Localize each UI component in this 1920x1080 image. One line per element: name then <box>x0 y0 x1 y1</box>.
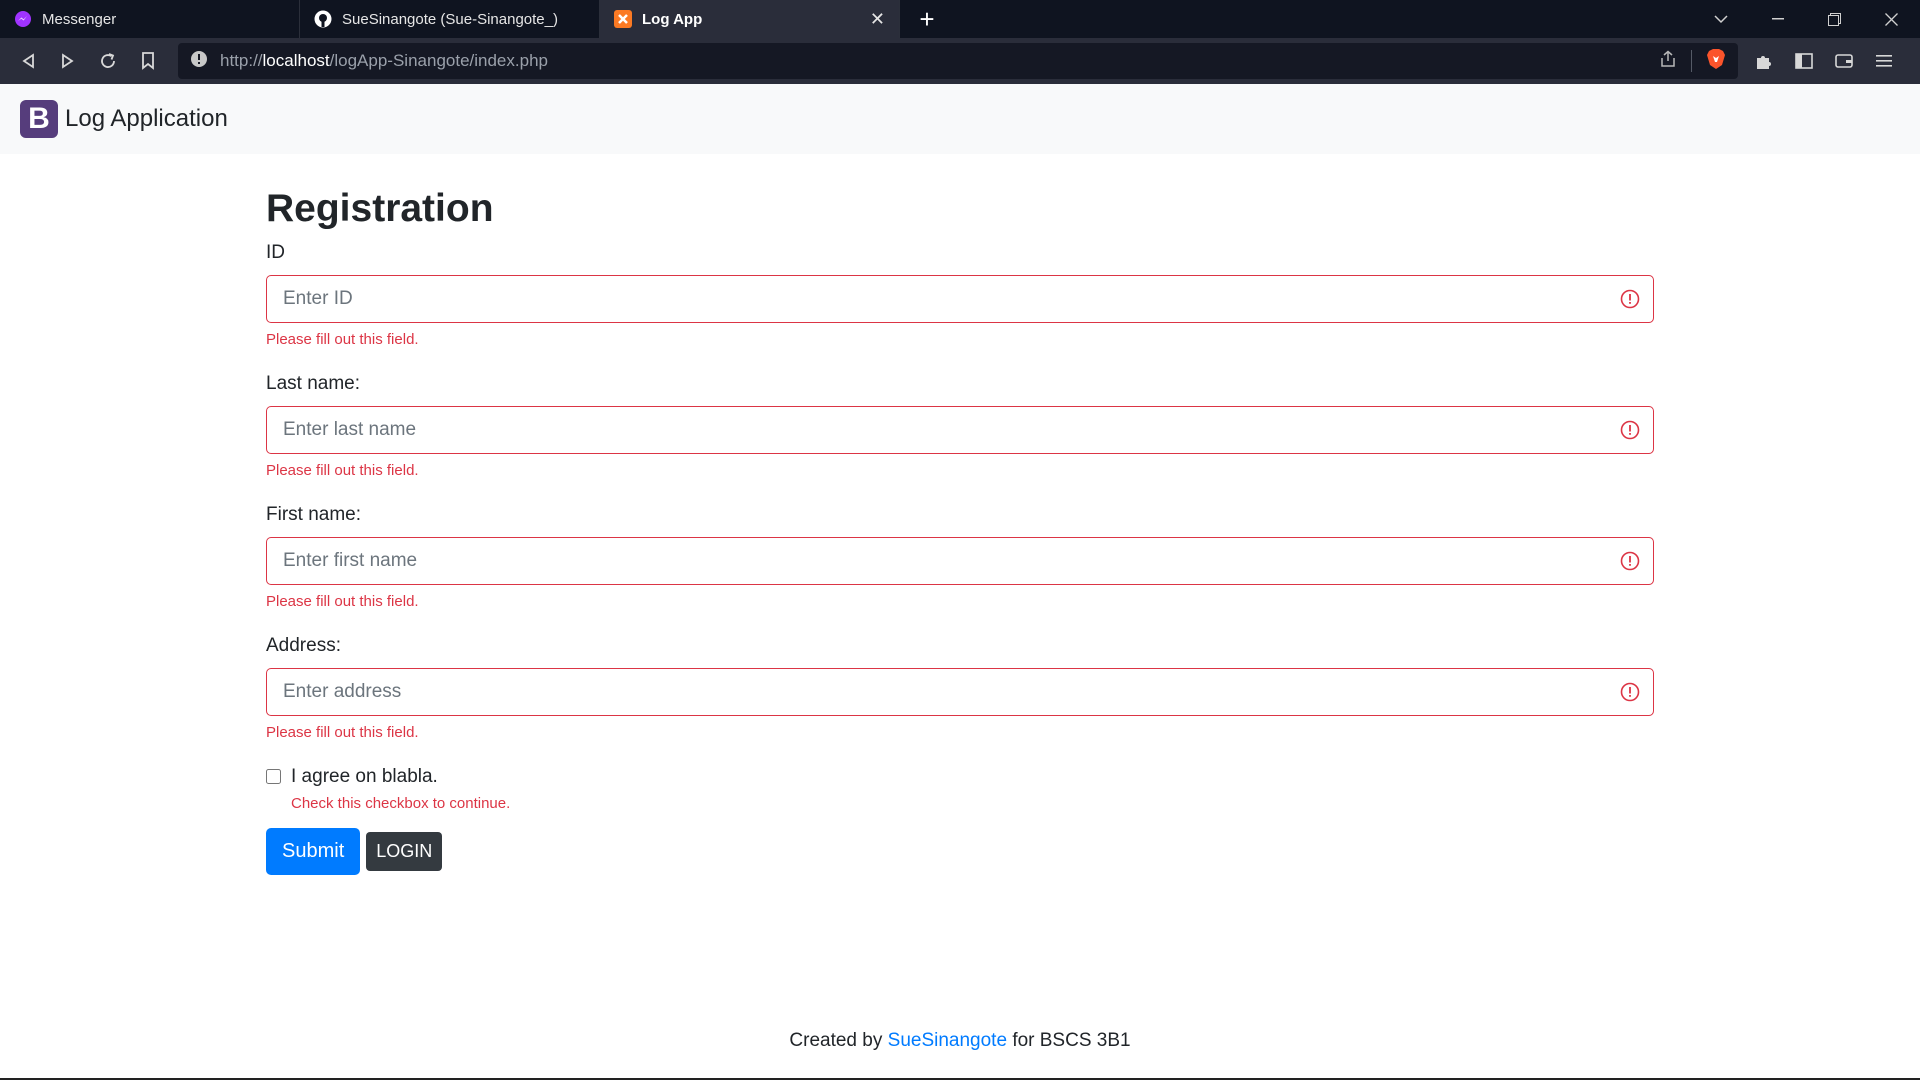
input-wrapper <box>266 405 1654 454</box>
validation-message: Please fill out this field. <box>266 330 419 348</box>
tab-title: Messenger <box>42 10 117 28</box>
tab-title: SueSinangote (Sue-Sinangote_) <box>342 10 558 28</box>
error-icon <box>1620 682 1640 702</box>
input-wrapper <box>266 536 1654 585</box>
forward-button[interactable] <box>48 41 88 81</box>
back-button[interactable] <box>8 41 48 81</box>
validation-message: Please fill out this field. <box>266 461 419 479</box>
validation-message: Please fill out this field. <box>266 723 419 741</box>
footer: Created by SueSinangote for BSCS 3B1 <box>0 1030 1920 1052</box>
form-group-id: ID Please fill out this field. <box>266 239 1654 350</box>
divider <box>1691 50 1692 72</box>
login-button[interactable]: LOGIN <box>366 831 443 871</box>
tab-github[interactable]: SueSinangote (Sue-Sinangote_) <box>300 0 600 38</box>
agree-checkbox-label[interactable]: I agree on blabla. <box>291 765 438 789</box>
validation-message: Please fill out this field. <box>266 592 419 610</box>
reload-button[interactable] <box>88 41 128 81</box>
brave-shields-icon[interactable] <box>1706 48 1726 75</box>
close-window-button[interactable] <box>1863 0 1920 38</box>
new-tab-button[interactable]: + <box>900 0 954 38</box>
author-link[interactable]: SueSinangote <box>888 1030 1007 1051</box>
menu-icon[interactable] <box>1864 41 1904 81</box>
browser-tab-bar: Messenger SueSinangote (Sue-Sinangote_) … <box>0 0 1920 38</box>
error-icon <box>1620 551 1640 571</box>
bookmark-icon[interactable] <box>128 41 168 81</box>
browser-toolbar: http://localhost/logApp-Sinangote/index.… <box>0 38 1920 84</box>
tab-title: Log App <box>642 10 703 28</box>
footer-suffix: for BSCS 3B1 <box>1012 1030 1131 1051</box>
close-icon[interactable]: ✕ <box>870 9 885 30</box>
url-prefix: http:// <box>220 51 263 70</box>
minimize-button[interactable] <box>1749 0 1806 38</box>
id-input[interactable] <box>266 274 1654 323</box>
wallet-icon[interactable] <box>1824 41 1864 81</box>
error-icon <box>1620 420 1640 440</box>
field-label: Last name: <box>266 372 360 394</box>
tab-messenger[interactable]: Messenger <box>0 0 300 38</box>
navbar: B Log Application <box>0 84 1920 154</box>
last-name-input[interactable] <box>266 405 1654 454</box>
field-label: Address: <box>266 634 341 656</box>
navbar-brand[interactable]: Log Application <box>65 105 228 133</box>
url-path: /logApp-Sinangote/index.php <box>329 51 548 70</box>
field-label: First name: <box>266 503 362 525</box>
site-info-icon[interactable] <box>190 50 208 73</box>
sidebar-icon[interactable] <box>1784 41 1824 81</box>
form-group-first-name: First name: Please fill out this field. <box>266 501 1654 612</box>
error-icon <box>1620 289 1640 309</box>
share-icon[interactable] <box>1659 50 1677 73</box>
url-text: http://localhost/logApp-Sinangote/index.… <box>220 51 1647 71</box>
address-bar[interactable]: http://localhost/logApp-Sinangote/index.… <box>178 43 1738 79</box>
url-host: localhost <box>262 51 330 70</box>
logo-letter: B <box>28 102 50 135</box>
agree-checkbox[interactable] <box>266 768 281 784</box>
address-input[interactable] <box>266 667 1654 716</box>
footer-prefix: Created by <box>789 1030 883 1051</box>
restore-button[interactable] <box>1806 0 1863 38</box>
messenger-icon <box>14 10 32 28</box>
tab-search-chevron-icon[interactable] <box>1692 0 1749 38</box>
xampp-icon <box>614 10 632 28</box>
form-group-address: Address: Please fill out this field. <box>266 632 1654 743</box>
tab-log-app[interactable]: Log App ✕ <box>600 0 900 38</box>
bootstrap-logo-icon[interactable]: B <box>20 100 58 138</box>
extensions-icon[interactable] <box>1744 41 1784 81</box>
form-buttons: Submit LOGIN <box>266 827 1654 875</box>
github-icon <box>314 10 332 28</box>
input-wrapper <box>266 274 1654 323</box>
address-bar-actions <box>1659 48 1726 75</box>
registration-form: Registration ID Please fill out this fie… <box>266 154 1654 875</box>
field-label: ID <box>266 241 285 263</box>
agree-checkbox-row: I agree on blabla. <box>266 765 1654 789</box>
input-wrapper <box>266 667 1654 716</box>
first-name-input[interactable] <box>266 536 1654 585</box>
submit-button[interactable]: Submit <box>266 827 361 875</box>
page-title: Registration <box>266 187 494 230</box>
form-group-last-name: Last name: Please fill out this field. <box>266 370 1654 481</box>
checkbox-validation-message: Check this checkbox to continue. <box>291 794 511 812</box>
